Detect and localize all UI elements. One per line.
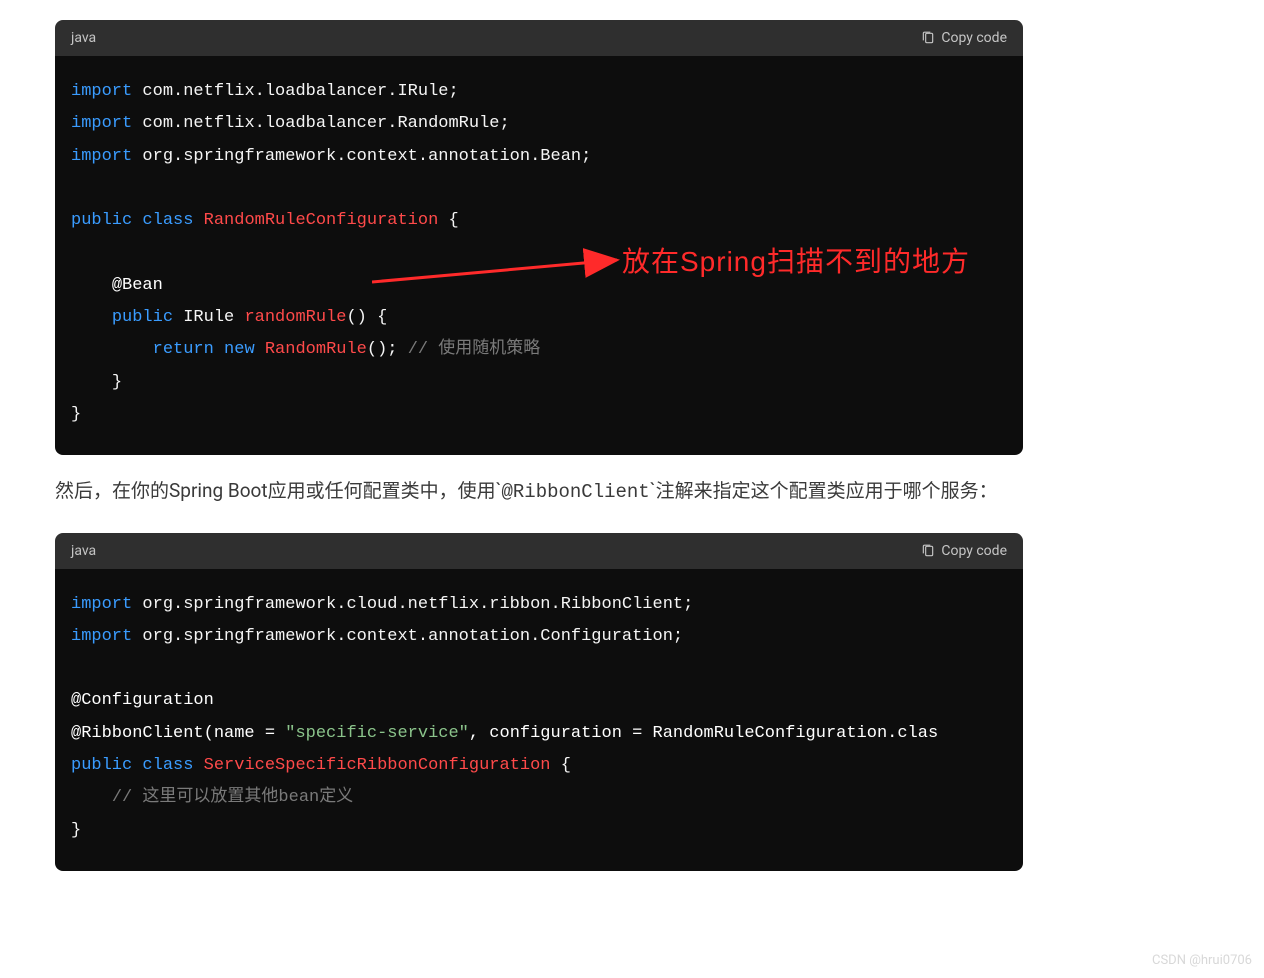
- bean-annotation: @Bean: [112, 276, 163, 295]
- kw-import: import: [71, 147, 132, 166]
- clipboard-icon: [921, 31, 935, 45]
- clipboard-icon: [921, 544, 935, 558]
- copy-code-button[interactable]: Copy code: [921, 30, 1007, 46]
- code-body-1: import com.netflix.loadbalancer.IRule; i…: [55, 56, 1023, 455]
- copy-code-button[interactable]: Copy code: [921, 543, 1007, 559]
- class-name: RandomRuleConfiguration: [204, 211, 439, 230]
- comment-text: // 使用随机策略: [408, 340, 541, 359]
- kw-import: import: [71, 627, 132, 646]
- copy-code-label: Copy code: [941, 543, 1007, 559]
- code-header-2: java Copy code: [55, 533, 1023, 569]
- kw-import: import: [71, 82, 132, 101]
- kw-public: public: [112, 308, 173, 327]
- code-lang-label: java: [71, 30, 96, 46]
- kw-public: public: [71, 211, 132, 230]
- class-name: ServiceSpecificRibbonConfiguration: [204, 756, 551, 775]
- kw-import: import: [71, 114, 132, 133]
- watermark: CSDN @hrui0706: [1152, 953, 1252, 968]
- method-name: randomRule: [244, 308, 346, 327]
- ribbon-annotation: @RibbonClient(name = "specific-service",…: [71, 724, 938, 743]
- document-content: java Copy code import com.netflix.loadba…: [55, 0, 1023, 871]
- kw-class: class: [142, 211, 193, 230]
- comment-text: // 这里可以放置其他bean定义: [112, 788, 353, 807]
- copy-code-label: Copy code: [941, 30, 1007, 46]
- code-lang-label: java: [71, 543, 96, 559]
- ctor-name: RandomRule: [265, 340, 367, 359]
- kw-new: new: [224, 340, 255, 359]
- config-annotation: @Configuration: [71, 691, 214, 710]
- kw-import: import: [71, 595, 132, 614]
- code-body-2: import org.springframework.cloud.netflix…: [55, 569, 1023, 871]
- code-header-1: java Copy code: [55, 20, 1023, 56]
- kw-public: public: [71, 756, 132, 775]
- code-block-1: java Copy code import com.netflix.loadba…: [55, 20, 1023, 455]
- inline-code: @RibbonClient: [501, 481, 649, 503]
- kw-class: class: [142, 756, 193, 775]
- paragraph-text: 然后，在你的Spring Boot应用或任何配置类中，使用`@RibbonCli…: [55, 475, 1023, 508]
- kw-return: return: [153, 340, 214, 359]
- code-block-2: java Copy code import org.springframewor…: [55, 533, 1023, 871]
